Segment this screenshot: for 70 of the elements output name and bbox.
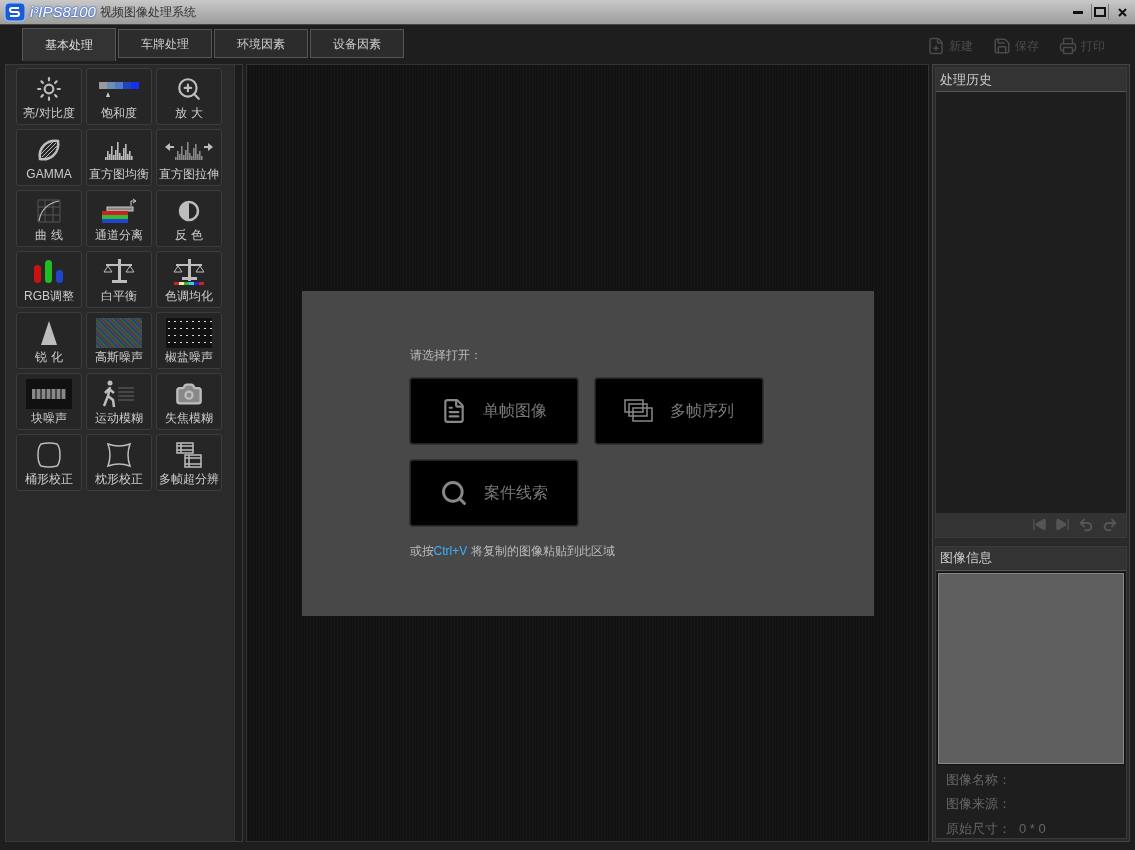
tool-button[interactable]: 放 大 (156, 68, 222, 125)
tab[interactable]: 设备因素 (310, 29, 404, 58)
open-option-button[interactable]: 多帧序列 (595, 377, 763, 444)
image-info-header: 图像信息 (936, 546, 1126, 571)
tool-button[interactable]: 饱和度 (86, 68, 152, 125)
info-label: 原始尺寸： (946, 819, 1011, 838)
info-label: 图像名称： (946, 770, 1011, 789)
tool-button[interactable]: 锐 化 (16, 312, 82, 369)
save-icon (993, 37, 1011, 55)
stacked-windows-icon (624, 398, 654, 423)
noise-sample-icon (166, 318, 212, 348)
paste-hint: 或按Ctrl+V 将复制的图像粘贴到此区域 (409, 542, 616, 560)
app-logo-text: i³IPS8100 (30, 1, 96, 22)
tool-button[interactable]: 反 色 (156, 190, 222, 247)
scrollbar[interactable] (234, 65, 242, 841)
tool-button[interactable]: 直方图拉伸 (156, 129, 222, 186)
printer-icon (1059, 37, 1077, 55)
tool-button[interactable]: 运动模糊 (86, 373, 152, 430)
film-frames-icon (175, 441, 203, 469)
open-prompt: 请选择打开： (409, 346, 483, 364)
noise-sample-icon (96, 318, 142, 348)
tool-button[interactable]: 枕形校正 (86, 434, 152, 491)
maximize-icon (1094, 7, 1106, 17)
maximize-button[interactable] (1091, 4, 1109, 20)
tab[interactable]: 基本处理 (22, 28, 116, 61)
tool-button[interactable]: 白平衡 (86, 251, 152, 308)
color-bars-icon (33, 259, 65, 285)
close-icon (1117, 7, 1127, 17)
zoom-in-icon (176, 76, 202, 102)
tool-button[interactable]: 直方图均衡 (86, 129, 152, 186)
channel-layers-icon (101, 198, 137, 224)
tool-button[interactable]: 色调均化 (156, 251, 222, 308)
noise-sample-icon (26, 379, 72, 409)
tool-button[interactable]: 块噪声 (16, 373, 82, 430)
leaf-icon (36, 137, 62, 163)
tool-button[interactable]: GAMMA (16, 129, 82, 186)
running-person-icon (102, 380, 136, 408)
undo-icon[interactable] (1078, 516, 1094, 533)
app-logo-icon (4, 2, 26, 22)
tool-button[interactable]: 通道分离 (86, 190, 152, 247)
minimize-icon (1073, 10, 1083, 14)
tab[interactable]: 环境因素 (214, 29, 308, 58)
info-value: 0 * 0 (1019, 819, 1046, 838)
history-header: 处理历史 (936, 68, 1126, 92)
triangle-icon (40, 320, 58, 346)
last-icon[interactable] (1055, 517, 1070, 532)
histogram-stretch-icon (165, 139, 213, 161)
tool-button[interactable]: 桶形校正 (16, 434, 82, 491)
open-option-button[interactable]: 案件线索 (409, 459, 578, 526)
first-icon[interactable] (1032, 517, 1047, 532)
scale-icon (171, 258, 207, 286)
tab[interactable]: 车牌处理 (118, 29, 212, 58)
open-option-button[interactable]: 单帧图像 (409, 377, 578, 444)
curve-grid-icon (37, 199, 61, 223)
tool-button[interactable]: 椒盐噪声 (156, 312, 222, 369)
tool-button[interactable]: 曲 线 (16, 190, 82, 247)
tool-button[interactable]: 亮/对比度 (16, 68, 82, 125)
tool-button[interactable]: RGB调整 (16, 251, 82, 308)
magnifier-icon (439, 478, 468, 507)
sun-icon (36, 76, 62, 102)
tool-button[interactable]: 高斯噪声 (86, 312, 152, 369)
redo-icon[interactable] (1102, 516, 1118, 533)
info-label: 图像来源： (946, 795, 1011, 813)
document-icon (927, 37, 945, 55)
saturation-bar-icon (99, 79, 139, 99)
tool-button[interactable]: 失焦模糊 (156, 373, 222, 430)
scale-icon (101, 258, 137, 286)
half-circle-icon (178, 200, 200, 222)
tool-button[interactable]: 多帧超分辨 (156, 434, 222, 491)
window-title: 视频图像处理系统 (99, 4, 196, 21)
